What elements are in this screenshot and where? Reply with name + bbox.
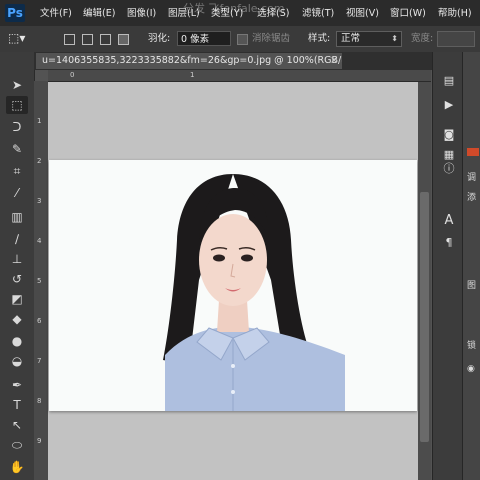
clone-stamp-tool-icon[interactable]: ⊥ [6,250,28,268]
color-swatch[interactable] [467,148,479,156]
menu-item[interactable]: 窗口(W) [390,7,426,21]
hand-tool-icon[interactable]: ✋ [6,458,28,476]
menu-item[interactable]: 滤镜(T) [302,7,334,21]
add-adjustment-label: 添 [467,193,477,203]
history-brush-tool-icon[interactable]: ↺ [6,270,28,288]
subtract-selection-icon[interactable] [100,34,111,45]
lock-label: 锁 [467,341,477,351]
actions-panel-icon[interactable]: ▶ [441,98,457,112]
vertical-scrollbar[interactable] [418,82,431,480]
adjustments-tab-label[interactable]: 调 [467,170,476,183]
style-label: 样式: [308,33,331,44]
ruler-tick-label: 9 [37,437,42,445]
menu-bar: Ps 文件(F) 编辑(E) 图像(I) 图层(L) 类型(Y) 选择(S) 滤镜(T) 视图… [0,0,480,26]
width-input[interactable] [437,31,475,47]
 [441,162,457,176]
type-tool-icon[interactable]: T [6,396,28,414]
blur-tool-icon[interactable]: ● [6,332,28,350]
ruler-tick-label: 1 [37,117,42,125]
panel-icon-strip: ▤ ▶ ◙ ▦ ⓘ A ¶ [432,52,463,480]
ruler-tick-label: 2 [37,157,42,165]
document-title: u=1406355835,3223335882&fm=26&gp=0.jpg @… [42,55,342,66]
feather-input[interactable]: 0 像素 [177,31,231,46]
healing-brush-tool-icon[interactable]: ▥ [6,208,28,226]
marquee-tool-icon[interactable]: ⬚ [6,96,28,114]
menu-item[interactable]: 视图(V) [346,7,379,21]
width-label: 宽度: [411,33,434,44]
photoshop-logo: Ps [5,4,25,22]
path-select-tool-icon[interactable]: ↖ [6,416,28,434]
ruler-tick-label: 6 [37,317,42,325]
document-tab[interactable]: u=1406355835,3223335882&fm=26&gp=0.jpg @… [36,53,342,69]
scrollbar-thumb[interactable] [420,192,429,442]
antialias-checkbox[interactable] [237,34,248,45]
document-image[interactable] [49,160,417,411]
paragraph-panel-icon[interactable]: ¶ [441,236,457,250]
character-panel-icon[interactable]: A [441,214,457,228]
ruler-vertical: 1 2 3 4 5 6 7 8 9 [34,81,49,480]
feather-label: 羽化: [148,33,171,44]
portrait-photo [163,174,345,411]
ruler-tick-label: 4 [37,237,42,245]
ruler-tick-label: 0 [70,71,75,79]
brush-tool-icon[interactable]: ∕ [6,230,28,248]
eraser-tool-icon[interactable]: ◩ [6,290,28,308]
dodge-tool-icon[interactable]: ◒ [6,352,28,370]
style-value: 正常 [341,33,361,44]
intersect-selection-icon[interactable] [118,34,129,45]
marquee-preset-icon[interactable]: ⬚▾ [8,31,25,45]
ruler-tick-label: 7 [37,357,42,365]
ruler-tick-label: 3 [37,197,42,205]
layers-tab-label[interactable]: 图 [467,278,476,291]
swatches-panel-icon[interactable]: ▦ [441,148,457,162]
ellipse-tool-icon[interactable]: ⬭ [6,436,28,454]
paint-bucket-tool-icon[interactable]: ◆ [6,310,28,328]
menu-item[interactable]: 文件(F) [40,7,72,21]
menu-item[interactable]: 图像(I) [127,7,156,21]
pen-tool-icon[interactable]: ✒ [6,376,28,394]
visibility-eye-icon[interactable]: ◉ [467,364,475,374]
close-icon[interactable]: × [330,53,338,69]
style-select[interactable]: 正常 ⬍ [336,31,402,47]
new-selection-icon[interactable] [64,34,75,45]
ruler-tick-label: 1 [190,71,195,79]
menu-item[interactable]: 编辑(E) [83,7,115,21]
ruler-horizontal: 0 1 [48,70,431,82]
adjustments-panel-icon[interactable]: ◙ [441,128,457,142]
ruler-tick-label: 8 [37,397,42,405]
watermark-text: 分发 飞fenfale.com [183,2,285,15]
right-panel: 调 添 图 锁 ◉ [462,52,480,480]
tools-panel: ➤ ⬚ ᑐ ✎ ⌗ ⁄ ▥ ∕ ⊥ ↺ ◩ ◆ ● ◒ ✒ T ↖ ⬭ ✋ [0,52,35,480]
lasso-tool-icon[interactable]: ᑐ [6,118,28,136]
add-selection-icon[interactable] [82,34,93,45]
move-tool-icon[interactable]: ➤ [6,76,28,94]
ruler-tick-label: 5 [37,277,42,285]
antialias-label: 消除锯齿 [252,33,291,44]
chevron-down-icon: ⬍ [391,34,398,43]
quick-select-tool-icon[interactable]: ✎ [6,140,28,158]
history-panel-icon[interactable]: ▤ [441,74,457,88]
eyedropper-tool-icon[interactable]: ⁄ [6,184,28,202]
crop-tool-icon[interactable]: ⌗ [6,162,28,180]
menu-item[interactable]: 帮助(H) [438,7,472,21]
